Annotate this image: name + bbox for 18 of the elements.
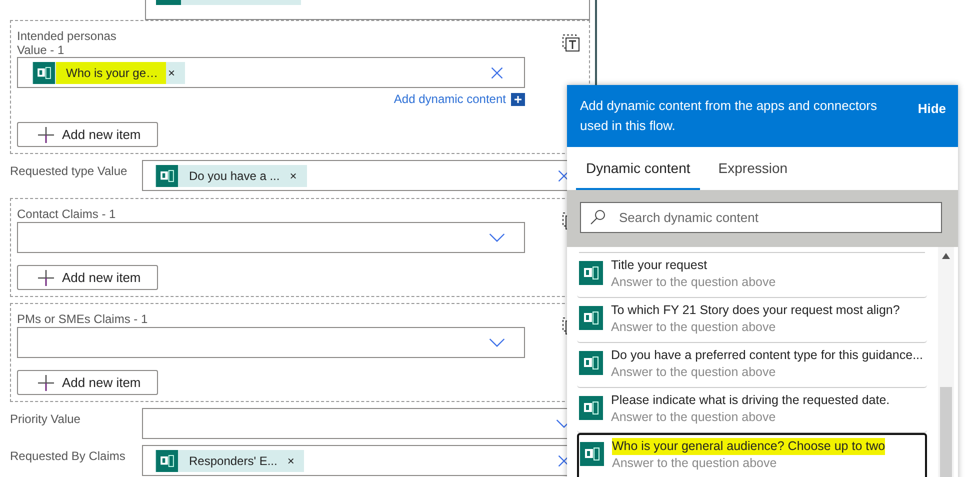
field-label: Requested type Value [10,163,128,179]
field-label: PMs or SMEs Claims - 1 [17,312,148,327]
item-subtitle: Answer to the question above [611,274,776,291]
field-label: Requested By Claims [10,448,126,464]
item-title: Who is your general audience? Choose up to two [612,438,886,455]
item-subtitle: Answer to the question above [611,319,777,336]
item-title: Title your request [611,257,708,274]
item-title: Please indicate what is driving the requested date. [611,392,890,409]
item-subtitle: Answer to the question above [612,455,778,472]
field-label: Contact Claims - 1 [17,207,116,222]
item-title: To which FY 21 Story does your request most align? [611,302,900,319]
item-title: Do you have a preferred content type for this guidance... [611,347,923,364]
panel-message: Add dynamic content from the apps and connectors used in this flow. [580,97,878,135]
field-sublabel: Value - 1 [17,44,66,57]
field-label: Priority Value [10,411,82,427]
item-subtitle: Answer to the question above [611,409,777,426]
item-subtitle: Answer to the question above [611,364,777,381]
field-label: Intended personas [17,29,116,44]
